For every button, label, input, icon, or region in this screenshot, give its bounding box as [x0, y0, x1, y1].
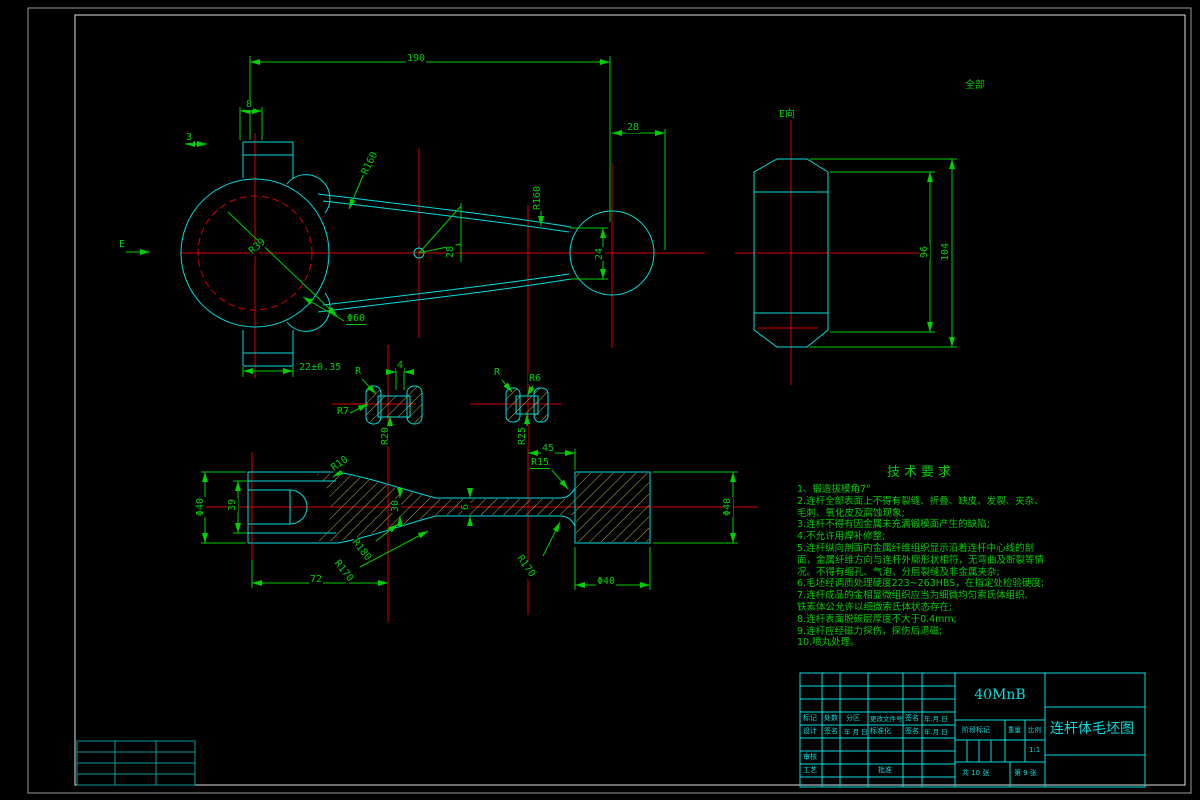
tb-sign3: 签名: [905, 727, 919, 735]
tech-line: 7.连杆成品的金相显微组织应当为细微均匀索氏体组织,: [797, 590, 1028, 602]
tech-line: 2.连杆全部表面上不得有裂缝、折叠、缺皮、发裂、夹杂、: [797, 495, 1044, 507]
tb-date3: 年.月.日: [924, 728, 948, 736]
tech-line: 面，金属纤维方向与连杆外廓形状相符，无弯曲及断裂等情: [797, 554, 1045, 566]
tb-sign2: 签名: [824, 727, 838, 735]
view-arrow-e: E: [118, 239, 127, 250]
dim-boss-step: 3: [185, 132, 194, 143]
dim-bar-dia-bottom-d40: Φ40: [596, 576, 617, 587]
dim-small-width-24: 24: [594, 246, 605, 261]
tb-design: 设计: [803, 727, 817, 735]
corner-block-grid: [76, 740, 196, 786]
tech-line: 9.连杆应经磁力探伤，探伤后退磁;: [797, 625, 943, 637]
radius-shank-bottom-r160: R160: [532, 184, 543, 211]
tb-approve: 批准: [878, 766, 892, 774]
dim-boss-width-22: 22±0.35: [298, 362, 343, 373]
tb-sheet-number: 第 9 张: [1014, 769, 1037, 777]
tech-line: 8.连杆表面脱碳层厚度不大于0.4mm;: [797, 613, 957, 625]
dim-shank-height-30: 30: [390, 498, 401, 513]
section-right-radius-r6: R6: [528, 373, 543, 384]
dim-shank-taper-28: 28: [445, 244, 456, 259]
dim-small-offset-28: 28: [626, 122, 641, 133]
tb-weight: 重量: [1008, 726, 1021, 734]
dim-fork-39: 39: [227, 497, 238, 512]
tb-change-doc: 更改文件号: [870, 715, 903, 723]
section-right-radius-r: R: [493, 367, 502, 378]
tb-process: 工艺: [803, 766, 817, 774]
section-right-radius-r25: R25: [517, 425, 528, 446]
dim-bar-dia-left-d40: Φ40: [195, 496, 206, 517]
tb-zone: 分区: [846, 714, 860, 722]
tech-line: 4.不允许用焊补修整;: [797, 531, 886, 543]
tb-mark: 标记: [803, 714, 817, 722]
e-view-label: E向: [778, 109, 797, 120]
dim-length-190: 190: [406, 53, 427, 64]
tb-date: 年.月.日: [924, 715, 948, 723]
tech-line: 6.毛坯经调质处理硬度223~263HBS，在指定处检验硬度;: [797, 578, 1045, 590]
dim-offset-45: 45: [541, 443, 556, 454]
section-left-radius-r7: R7: [336, 406, 351, 417]
tech-line: 10.喷丸处理。: [797, 637, 860, 649]
tech-title: 技术要求: [886, 465, 955, 480]
tech-line: 况。不得有缩孔、气泡、分层裂缝及非金属夹杂;: [797, 566, 1000, 578]
drawing-linework: [27, 7, 1192, 794]
tb-sheet-total: 共 10 张: [962, 769, 990, 777]
tb-scale-value: 1:1: [1029, 746, 1041, 754]
tb-standardize: 标准化: [870, 727, 891, 735]
tech-line: 5.连杆纵向剖面内金属纤维组织显示沿着连杆中心线的剖: [797, 542, 1035, 554]
surface-note: 全部: [964, 80, 986, 91]
dim-bore-d60: Φ60: [346, 313, 367, 325]
section-left-radius-r: R: [354, 366, 363, 377]
dim-boss-8: 8: [245, 99, 254, 110]
tb-date2: 年 月 日: [844, 728, 868, 736]
tech-line: 3.连杆不得有因金属未充满锻模面产生的缺陷;: [797, 519, 990, 531]
section-left-web-4: 4: [396, 360, 405, 371]
dim-bar-dia-right-d40: Φ40: [722, 496, 733, 517]
technical-requirements: 技术要求 1、锻造拔模角7° 2.连杆全部表面上不得有裂缝、折叠、缺皮、发裂、夹…: [797, 461, 1073, 649]
tech-line: 铁素体公允许以细微索氏体状态存在;: [797, 601, 953, 613]
dim-shank-height-6: 6: [460, 502, 471, 511]
tech-line: 1、锻造拔模角7°: [797, 484, 871, 495]
tb-scale: 比例: [1028, 726, 1041, 734]
dim-span-72: 72: [309, 574, 324, 585]
tb-audit: 审核: [803, 753, 817, 761]
tb-material: 40MnB: [974, 687, 1026, 703]
tech-line: 毛刺、氧化皮及腐蚀现象;: [797, 507, 905, 519]
dim-across-flats-96: 96: [919, 244, 930, 259]
tb-stage-mark: 阶段标记: [962, 726, 990, 734]
section-left-radius-r20: R20: [380, 425, 391, 446]
tb-drawing-title: 连杆体毛坯图: [1050, 721, 1134, 737]
radius-fillet-r15: R15: [530, 457, 551, 469]
tb-sign: 签名: [905, 714, 919, 722]
dim-total-104: 104: [940, 241, 951, 262]
cad-drawing-sheet[interactable]: 190 8 3 28 22±0.35 24 28 R39 R160 R160 Φ…: [0, 0, 1200, 800]
tb-count: 处数: [824, 714, 838, 722]
